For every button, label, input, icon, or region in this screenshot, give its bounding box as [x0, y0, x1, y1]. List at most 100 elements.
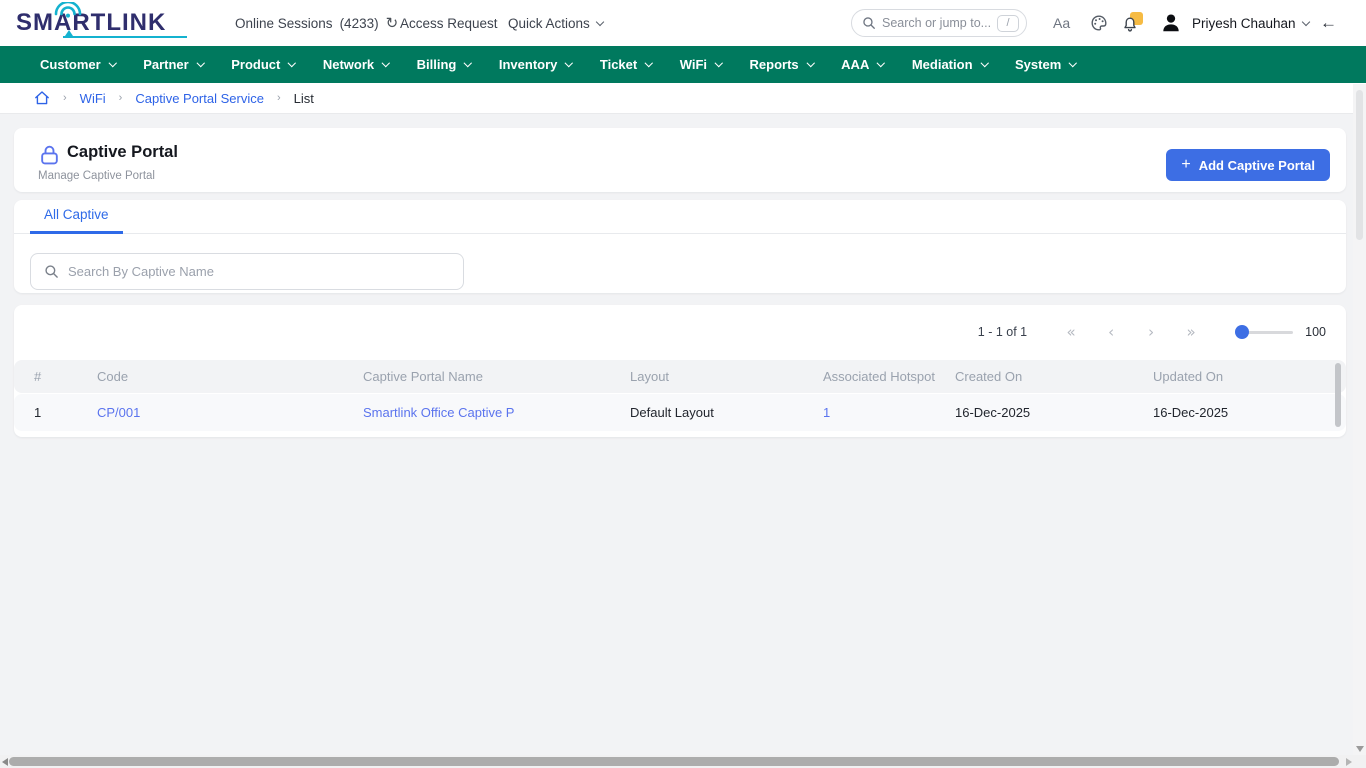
col-hotspot: Associated Hotspot	[823, 369, 955, 384]
vertical-scrollbar	[1353, 84, 1366, 755]
main-nav: Customer Partner Product Network Billing…	[0, 46, 1366, 83]
col-code: Code	[97, 369, 363, 384]
col-created: Created On	[955, 369, 1153, 384]
scroll-left-arrow-icon[interactable]	[2, 758, 8, 766]
notifications-button[interactable]	[1122, 0, 1142, 46]
back-arrow-button[interactable]: ←	[1320, 0, 1337, 46]
refresh-icon[interactable]: ↻	[386, 14, 399, 32]
cell-code-link[interactable]: CP/001	[97, 405, 363, 420]
quick-actions-menu[interactable]: Quick Actions	[508, 0, 603, 46]
cell-created: 16-Dec-2025	[955, 405, 1153, 420]
breadcrumb-list: List	[294, 91, 314, 106]
online-sessions[interactable]: Online Sessions (4233) ↻	[235, 0, 398, 46]
pagination: 1 - 1 of 1 « ‹ › » 100	[978, 318, 1326, 346]
table-row: 1 CP/001 Smartlink Office Captive Portal…	[14, 394, 1346, 431]
breadcrumb-wifi[interactable]: WiFi	[80, 91, 106, 106]
access-request-link[interactable]: Access Request	[400, 0, 498, 46]
col-layout: Layout	[630, 369, 823, 384]
person-icon	[1160, 12, 1182, 34]
scroll-down-arrow-icon[interactable]	[1356, 746, 1364, 752]
nav-item-billing[interactable]: Billing	[417, 57, 471, 72]
col-updated: Updated On	[1153, 369, 1326, 384]
horizontal-scrollbar-thumb[interactable]	[9, 757, 1339, 766]
nav-item-customer[interactable]: Customer	[40, 57, 115, 72]
tab-bar: All Captive	[14, 200, 1346, 234]
scroll-right-arrow-icon[interactable]	[1346, 758, 1352, 766]
next-page-icon[interactable]: ›	[1131, 323, 1171, 341]
chevron-down-icon	[109, 59, 117, 67]
bell-icon	[1122, 16, 1138, 33]
cell-hotspot-link[interactable]: 1	[823, 405, 955, 420]
chevron-down-icon	[288, 59, 296, 67]
first-page-icon[interactable]: «	[1051, 323, 1091, 341]
nav-item-mediation[interactable]: Mediation	[912, 57, 987, 72]
chevron-down-icon	[715, 59, 723, 67]
chevron-down-icon	[807, 59, 815, 67]
chevron-right-icon: ›	[63, 92, 67, 104]
search-icon	[44, 264, 59, 279]
user-name: Priyesh Chauhan	[1192, 16, 1296, 31]
global-search-input[interactable]	[882, 16, 991, 30]
smartlink-logo[interactable]: SMARTLINK	[16, 5, 201, 43]
page-size-slider[interactable]	[1237, 325, 1293, 339]
plus-icon: +	[1181, 156, 1190, 174]
user-avatar[interactable]	[1160, 0, 1182, 46]
nav-item-system[interactable]: System	[1015, 57, 1076, 72]
nav-item-product[interactable]: Product	[231, 57, 295, 72]
cell-layout: Default Layout	[630, 405, 823, 420]
vertical-scrollbar-thumb[interactable]	[1356, 90, 1363, 240]
page-header-card: Captive Portal Manage Captive Portal + A…	[14, 128, 1346, 192]
wifi-icon	[53, 2, 83, 18]
chevron-right-icon: ›	[119, 92, 123, 104]
nav-item-network[interactable]: Network	[323, 57, 389, 72]
top-header: SMARTLINK Online Sessions (4233) ↻ Acces…	[0, 0, 1366, 46]
breadcrumb: › WiFi › Captive Portal Service › List	[0, 83, 1366, 114]
nav-item-wifi[interactable]: WiFi	[680, 57, 722, 72]
nav-item-inventory[interactable]: Inventory	[499, 57, 572, 72]
search-icon	[862, 16, 876, 30]
nav-item-ticket[interactable]: Ticket	[600, 57, 652, 72]
tab-all-captive[interactable]: All Captive	[30, 198, 123, 234]
prev-page-icon[interactable]: ‹	[1091, 323, 1131, 341]
chevron-down-icon	[1069, 59, 1077, 67]
pagination-range: 1 - 1 of 1	[978, 325, 1027, 339]
chevron-down-icon	[1301, 17, 1309, 25]
page-title: Captive Portal	[67, 143, 178, 162]
col-name: Captive Portal Name	[363, 369, 630, 384]
col-num: #	[34, 369, 97, 384]
table-scrollbar-thumb[interactable]	[1335, 363, 1341, 427]
nav-item-partner[interactable]: Partner	[143, 57, 203, 72]
captive-name-search-input[interactable]	[68, 264, 450, 279]
page-size-value: 100	[1305, 325, 1326, 339]
chevron-down-icon	[464, 59, 472, 67]
chevron-right-icon: ›	[277, 92, 281, 104]
slider-knob[interactable]	[1235, 325, 1249, 339]
chevron-down-icon	[980, 59, 988, 67]
home-icon[interactable]	[34, 90, 50, 106]
user-menu[interactable]: Priyesh Chauhan	[1192, 0, 1309, 46]
cell-name-link[interactable]: Smartlink Office Captive Portal	[363, 405, 630, 420]
breadcrumb-captive-portal-service[interactable]: Captive Portal Service	[135, 91, 264, 106]
chevron-down-icon	[877, 59, 885, 67]
chevron-down-icon	[382, 59, 390, 67]
add-captive-portal-button[interactable]: + Add Captive Portal	[1166, 149, 1330, 181]
chevron-down-icon	[197, 59, 205, 67]
search-shortcut-badge: /	[997, 15, 1019, 32]
global-search[interactable]: /	[851, 9, 1027, 37]
horizontal-scrollbar	[0, 755, 1366, 768]
captive-name-search[interactable]	[30, 253, 464, 290]
text-size-toggle[interactable]: Aa	[1053, 0, 1070, 46]
nav-item-aaa[interactable]: AAA	[841, 57, 884, 72]
lock-icon	[39, 144, 60, 166]
table-header: # Code Captive Portal Name Layout Associ…	[14, 360, 1346, 393]
last-page-icon[interactable]: »	[1171, 323, 1211, 341]
theme-palette-icon[interactable]	[1090, 0, 1108, 46]
nav-item-reports[interactable]: Reports	[750, 57, 814, 72]
chevron-down-icon	[645, 59, 653, 67]
page-subtitle: Manage Captive Portal	[38, 170, 155, 182]
table-card: 1 - 1 of 1 « ‹ › » 100 # Code Captive Po…	[14, 305, 1346, 437]
chevron-down-icon	[596, 17, 604, 25]
logo-underline	[63, 36, 187, 38]
cell-num: 1	[34, 405, 97, 420]
chevron-down-icon	[565, 59, 573, 67]
